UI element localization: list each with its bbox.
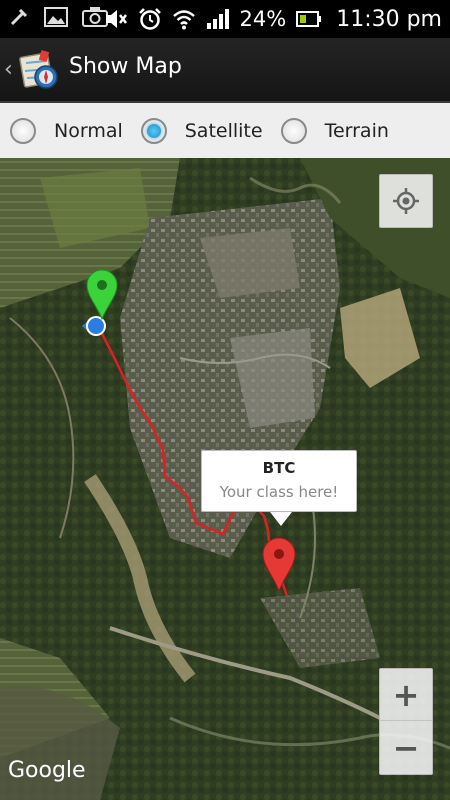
signal-icon — [206, 9, 229, 29]
map-view[interactable]: BTC Your class here! + − Google — [0, 158, 450, 800]
radio-normal[interactable]: Normal — [10, 117, 141, 144]
info-window-title: BTC — [262, 459, 296, 477]
map-compass-icon — [19, 50, 58, 89]
battery-percent: 24% — [239, 7, 287, 31]
action-bar: ‹ Show Map — [0, 38, 450, 103]
alarm-icon — [138, 8, 161, 30]
status-bar: 24% 11:30 pm — [0, 0, 450, 38]
red-pin-icon[interactable] — [262, 536, 296, 592]
my-location-button[interactable] — [379, 174, 433, 228]
info-window-snippet: Your class here! — [219, 483, 339, 501]
image-icon — [44, 7, 68, 27]
clock: 11:30 pm — [336, 6, 442, 32]
green-pin-icon[interactable] — [86, 268, 118, 320]
radio-label-satellite: Satellite — [184, 119, 263, 142]
radio-satellite[interactable]: Satellite — [140, 117, 281, 144]
usb-debug-icon — [10, 8, 28, 26]
wifi-icon — [172, 10, 195, 30]
crosshair-icon — [393, 188, 419, 214]
notification-icons — [8, 6, 108, 28]
radio-button-normal[interactable] — [10, 117, 36, 144]
map-type-radio-group: Normal Satellite Terrain — [0, 103, 450, 158]
chevron-left-icon: ‹ — [4, 57, 13, 82]
radio-terrain[interactable]: Terrain — [280, 117, 407, 144]
battery-icon — [296, 11, 322, 27]
system-icons: 24% 11:30 pm — [104, 4, 442, 34]
radio-button-terrain[interactable] — [280, 117, 307, 144]
google-attribution: Google — [8, 758, 86, 783]
zoom-out-button[interactable]: − — [380, 722, 432, 774]
mute-icon — [105, 10, 127, 28]
info-window-tail — [270, 512, 292, 526]
radio-label-normal: Normal — [54, 119, 123, 142]
radio-label-terrain: Terrain — [324, 119, 389, 142]
zoom-in-button[interactable]: + — [380, 669, 432, 721]
radio-button-satellite[interactable] — [140, 117, 167, 144]
marker-info-window[interactable]: BTC Your class here! — [201, 450, 357, 526]
page-title: Show Map — [69, 54, 182, 79]
zoom-controls: + − — [379, 668, 433, 775]
